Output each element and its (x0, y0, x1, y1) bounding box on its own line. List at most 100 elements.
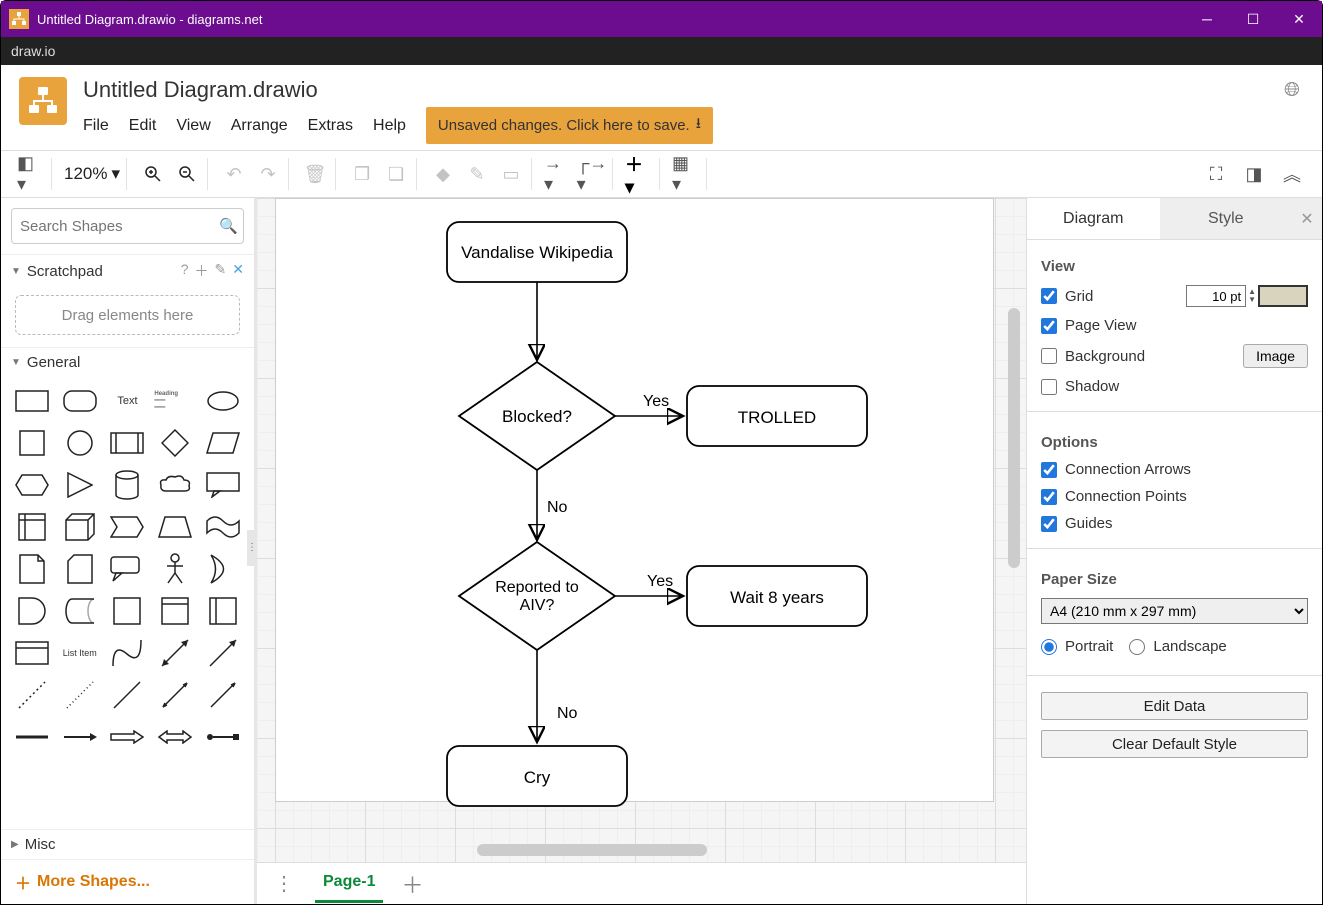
shape-process[interactable] (107, 425, 149, 461)
add-icon[interactable]: ＋ (195, 261, 209, 281)
redo-button[interactable]: ↷ (254, 160, 282, 188)
edit-data-button[interactable]: Edit Data (1041, 692, 1308, 720)
tab-diagram[interactable]: Diagram (1027, 198, 1160, 239)
maximize-button[interactable]: ☐ (1230, 1, 1276, 37)
search-shapes[interactable]: 🔍 (11, 208, 244, 244)
language-icon[interactable]: 🌐︎ (1284, 79, 1300, 102)
shape-callout[interactable] (202, 467, 244, 503)
grid-size-input[interactable] (1186, 285, 1246, 307)
shape-card[interactable] (59, 551, 101, 587)
shape-parallelogram[interactable] (202, 425, 244, 461)
background-image-button[interactable]: Image (1243, 344, 1308, 368)
shape-heading[interactable]: Heading━━━━━━ (154, 383, 196, 419)
shape-list-item[interactable]: List Item (59, 635, 101, 671)
menu-edit[interactable]: Edit (129, 117, 157, 135)
shape-connector[interactable] (202, 719, 244, 755)
shape-line[interactable] (107, 677, 149, 713)
sidebar-toggle-button[interactable]: ◧ ▾ (17, 160, 45, 188)
menu-extras[interactable]: Extras (308, 117, 353, 135)
shape-dotted[interactable] (59, 677, 101, 713)
tab-style[interactable]: Style (1160, 198, 1293, 239)
shape-arrow-thick[interactable] (107, 719, 149, 755)
to-back-button[interactable]: ❏ (382, 160, 410, 188)
shape-step[interactable] (107, 509, 149, 545)
shape-arrow-thin[interactable] (202, 677, 244, 713)
portrait-radio[interactable] (1041, 639, 1057, 655)
edit-icon[interactable]: ✎ (215, 261, 227, 281)
horizontal-scrollbar[interactable] (477, 844, 707, 856)
shape-bidir-arrow[interactable] (154, 635, 196, 671)
shape-hexagon[interactable] (11, 467, 53, 503)
guides-checkbox[interactable] (1041, 516, 1057, 532)
shape-text[interactable]: Text (107, 383, 149, 419)
minimize-button[interactable]: ─ (1184, 1, 1230, 37)
landscape-radio[interactable] (1129, 639, 1145, 655)
shape-cloud[interactable] (154, 467, 196, 503)
shape-container[interactable] (107, 593, 149, 629)
tab-page-1[interactable]: Page-1 (315, 864, 383, 903)
background-checkbox[interactable] (1041, 348, 1057, 364)
panel-close-button[interactable]: ✕ (1292, 198, 1322, 239)
table-button[interactable]: ▦ ▾ (672, 160, 700, 188)
grid-color-swatch[interactable] (1258, 285, 1308, 307)
shape-container-h[interactable] (154, 593, 196, 629)
scratchpad-header[interactable]: ▼ Scratchpad ? ＋ ✎ ✕ (1, 254, 254, 287)
more-shapes-button[interactable]: ＋ More Shapes... (1, 859, 254, 904)
node-reported[interactable] (459, 542, 615, 650)
conn-points-checkbox[interactable] (1041, 489, 1057, 505)
close-icon[interactable]: ✕ (232, 261, 244, 281)
vertical-scrollbar[interactable] (1008, 308, 1020, 568)
shape-cylinder[interactable] (107, 467, 149, 503)
close-button[interactable]: ✕ (1276, 1, 1322, 37)
papersize-select[interactable]: A4 (210 mm x 297 mm) (1041, 598, 1308, 624)
shape-diamond[interactable] (154, 425, 196, 461)
shape-bidir-thin[interactable] (154, 677, 196, 713)
shape-note[interactable] (11, 551, 53, 587)
page-menu-button[interactable]: ⋮ (271, 871, 297, 896)
add-page-button[interactable]: ＋ (401, 868, 423, 900)
general-header[interactable]: ▼ General (1, 347, 254, 377)
collapse-button[interactable]: ︽ (1278, 160, 1306, 188)
format-panel-button[interactable]: ◨ (1240, 160, 1268, 188)
shape-circle[interactable] (59, 425, 101, 461)
shape-actor[interactable] (154, 551, 196, 587)
waypoint-button[interactable]: ┌→ ▾ (578, 160, 606, 188)
clear-default-style-button[interactable]: Clear Default Style (1041, 730, 1308, 758)
shape-arrow[interactable] (202, 635, 244, 671)
search-input[interactable] (20, 218, 219, 235)
fill-color-button[interactable]: ◆ (429, 160, 457, 188)
zoom-out-button[interactable] (173, 160, 201, 188)
to-front-button[interactable]: ❐ (348, 160, 376, 188)
menu-help[interactable]: Help (373, 117, 406, 135)
document-title[interactable]: Untitled Diagram.drawio (83, 77, 713, 103)
shape-rounded-rect[interactable] (59, 383, 101, 419)
help-icon[interactable]: ? (181, 261, 189, 281)
shape-and[interactable] (11, 593, 53, 629)
shape-tape[interactable] (202, 509, 244, 545)
pageview-checkbox[interactable] (1041, 318, 1057, 334)
shape-link[interactable] (11, 719, 53, 755)
shape-list[interactable] (11, 635, 53, 671)
shape-callout2[interactable] (107, 551, 149, 587)
undo-button[interactable]: ↶ (220, 160, 248, 188)
shape-dashed[interactable] (11, 677, 53, 713)
shape-curve[interactable] (107, 635, 149, 671)
unsaved-changes-banner[interactable]: Unsaved changes. Click here to save. ⭳ (426, 107, 713, 144)
shape-datastore[interactable] (59, 593, 101, 629)
shape-trapezoid[interactable] (154, 509, 196, 545)
sidebar-collapse-handle[interactable]: ⋮ (247, 530, 257, 566)
shape-ellipse[interactable] (202, 383, 244, 419)
menu-view[interactable]: View (176, 117, 210, 135)
shape-container-v[interactable] (202, 593, 244, 629)
insert-button[interactable]: ＋ ▾ (625, 160, 653, 188)
grid-checkbox[interactable] (1041, 288, 1057, 304)
scratchpad-dropzone[interactable]: Drag elements here (15, 295, 240, 335)
shape-arrow-solid[interactable] (59, 719, 101, 755)
shadow-checkbox[interactable] (1041, 379, 1057, 395)
delete-button[interactable]: 🗑 (301, 160, 329, 188)
shadow-button[interactable]: ▭ (497, 160, 525, 188)
connection-button[interactable]: → ▾ (544, 160, 572, 188)
menu-arrange[interactable]: Arrange (231, 117, 288, 135)
grid-size-down[interactable]: ▼ (1248, 296, 1256, 304)
shape-triangle[interactable] (59, 467, 101, 503)
